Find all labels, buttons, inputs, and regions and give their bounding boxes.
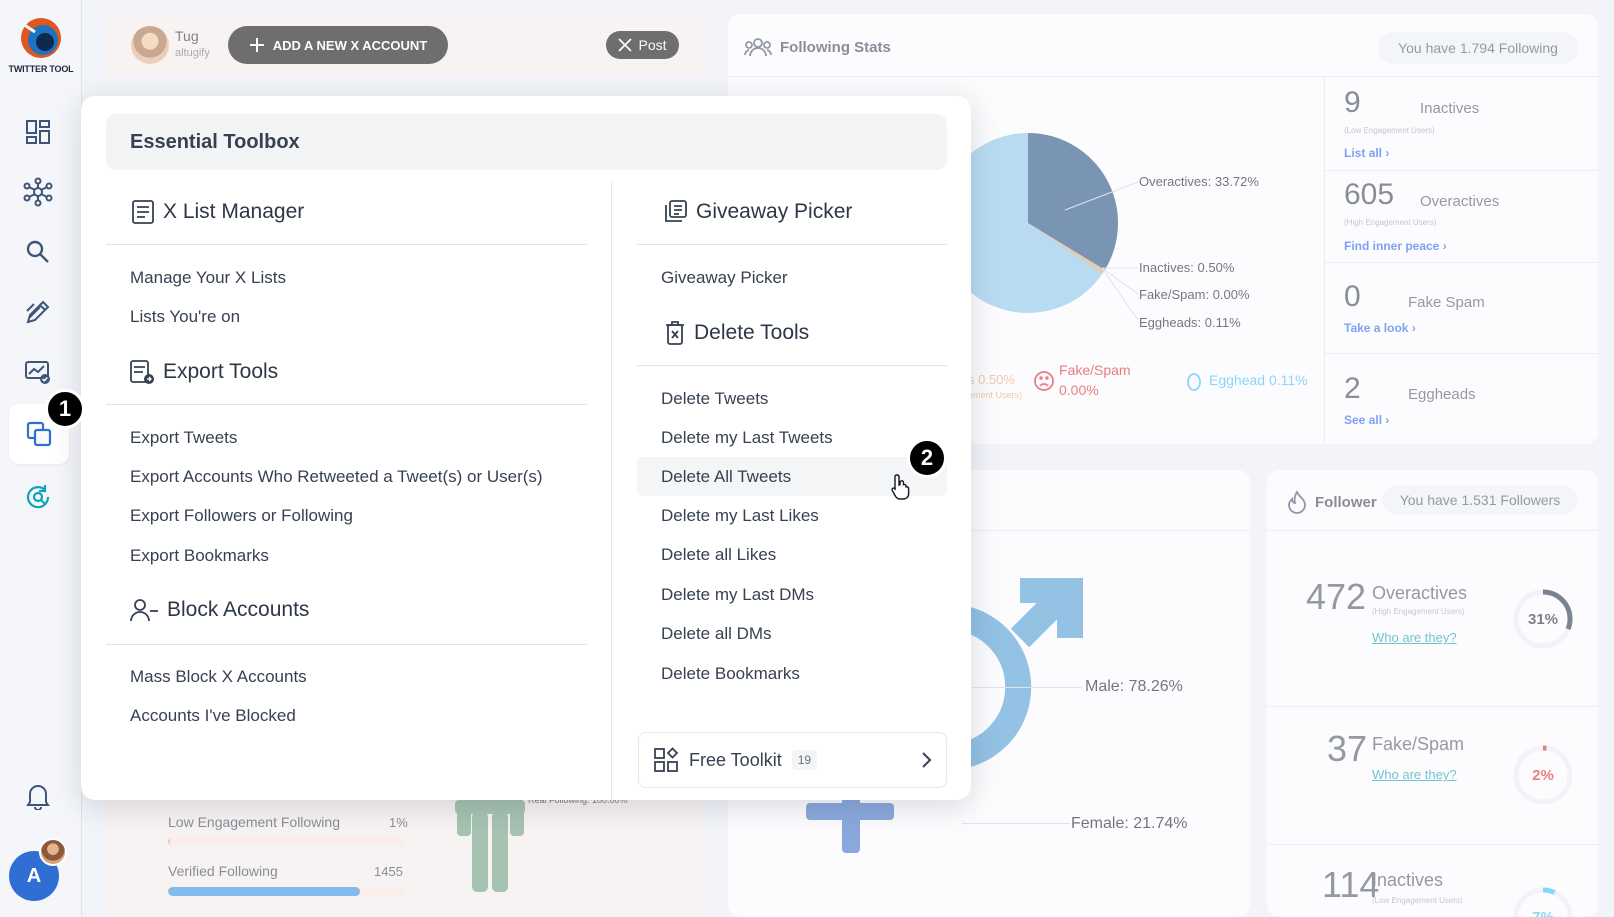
nav-notifications[interactable] — [17, 775, 59, 817]
section-giveaway-picker: Giveaway Picker — [662, 199, 852, 225]
item-export-bookmarks[interactable]: Export Bookmarks — [130, 546, 269, 566]
item-lists-youre-on[interactable]: Lists You're on — [130, 307, 240, 327]
item-delete-all-likes[interactable]: Delete all Likes — [661, 545, 776, 565]
section-export-tools-title: Export Tools — [163, 360, 279, 383]
section-block-accounts: Block Accounts — [129, 598, 309, 622]
item-delete-last-tweets[interactable]: Delete my Last Tweets — [661, 428, 833, 448]
app-logo[interactable]: TWITTER TOOL — [8, 14, 74, 74]
item-delete-tweets[interactable]: Delete Tweets — [661, 389, 768, 409]
toolbox-icon — [26, 421, 52, 447]
logo-text: TWITTER TOOL — [8, 64, 74, 74]
export-icon — [130, 360, 154, 384]
nav-sync[interactable] — [17, 476, 59, 518]
apps-grid-icon — [654, 747, 679, 772]
chevron-right-icon — [922, 752, 932, 768]
section-rule — [106, 404, 587, 405]
free-toolkit-button[interactable]: Free Toolkit 19 — [638, 732, 947, 788]
profile-photo-mini — [39, 838, 67, 866]
nav-dashboard[interactable] — [17, 111, 59, 153]
item-accounts-blocked[interactable]: Accounts I've Blocked — [130, 706, 296, 726]
item-delete-all-dms[interactable]: Delete all DMs — [661, 624, 772, 644]
item-delete-last-likes[interactable]: Delete my Last Likes — [661, 506, 819, 526]
compose-icon — [26, 300, 50, 324]
list-icon — [132, 200, 154, 224]
network-icon — [23, 177, 53, 207]
dashboard-icon — [26, 120, 50, 144]
sync-icon — [26, 485, 50, 509]
item-delete-last-dms[interactable]: Delete my Last DMs — [661, 585, 814, 605]
nav-network[interactable] — [17, 171, 59, 213]
item-export-followers[interactable]: Export Followers or Following — [130, 506, 353, 526]
hand-cursor-icon — [891, 474, 910, 500]
search-icon — [26, 240, 49, 263]
free-toolkit-label: Free Toolkit — [689, 749, 782, 770]
section-rule — [106, 644, 587, 645]
free-toolkit-count: 19 — [791, 750, 818, 770]
item-export-tweets[interactable]: Export Tweets — [130, 428, 237, 448]
section-delete-tools-title: Delete Tools — [694, 321, 810, 344]
step-badge-2: 2 — [907, 438, 947, 478]
section-rule — [637, 244, 947, 245]
nav-compose[interactable] — [17, 291, 59, 333]
section-block-accounts-title: Block Accounts — [167, 598, 310, 621]
section-rule — [106, 244, 587, 245]
logo-icon — [21, 18, 61, 58]
item-mass-block[interactable]: Mass Block X Accounts — [130, 667, 307, 687]
nav-search[interactable] — [17, 231, 59, 273]
item-giveaway-picker[interactable]: Giveaway Picker — [661, 268, 788, 288]
item-export-retweeters[interactable]: Export Accounts Who Retweeted a Tweet(s)… — [130, 467, 543, 487]
step-badge-1: 1 — [45, 389, 85, 429]
item-delete-bookmarks[interactable]: Delete Bookmarks — [661, 664, 800, 684]
giveaway-icon — [665, 200, 687, 222]
section-giveaway-picker-title: Giveaway Picker — [696, 200, 853, 223]
block-user-icon — [130, 599, 158, 622]
toolbox-title: Essential Toolbox — [106, 114, 947, 170]
sidebar: TWITTER TOOL A — [0, 0, 82, 917]
nav-analytics[interactable] — [17, 351, 59, 393]
essential-toolbox-popup: Essential Toolbox X List Manager Manage … — [81, 96, 971, 800]
section-rule — [637, 365, 947, 366]
section-x-list-manager-title: X List Manager — [163, 200, 305, 223]
column-divider — [611, 182, 612, 800]
section-delete-tools: Delete Tools — [664, 320, 809, 346]
section-x-list-manager: X List Manager — [131, 199, 304, 225]
item-manage-lists[interactable]: Manage Your X Lists — [130, 268, 286, 288]
analytics-icon — [25, 361, 50, 384]
bell-icon — [26, 785, 50, 810]
trash-icon — [666, 321, 684, 345]
section-export-tools: Export Tools — [129, 359, 278, 385]
